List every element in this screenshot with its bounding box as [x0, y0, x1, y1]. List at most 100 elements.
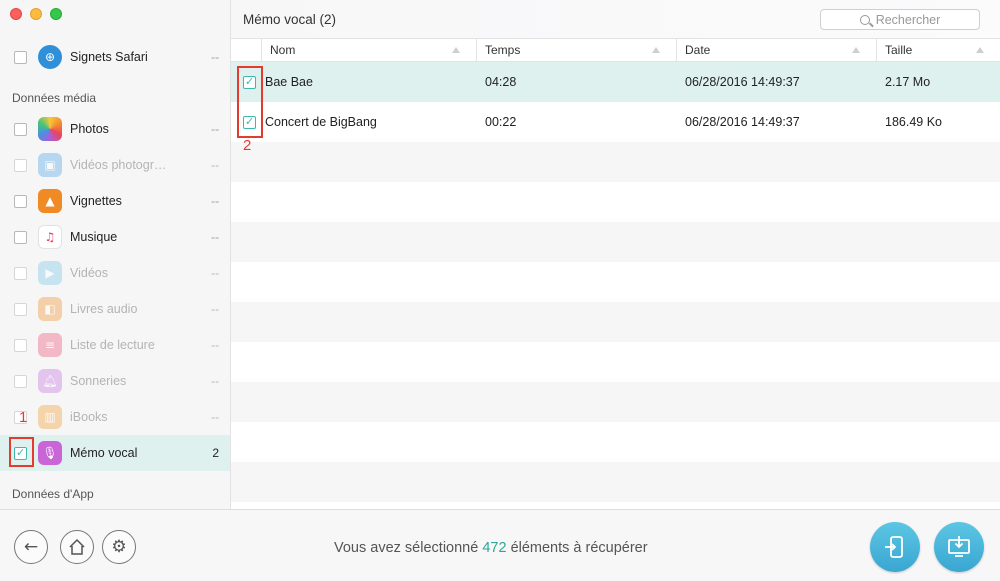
checkbox[interactable] — [14, 302, 27, 316]
cell-size: 2.17 Mo — [885, 75, 931, 89]
search-icon — [859, 14, 870, 25]
table-body: Bae Bae 04:28 06/28/2016 14:49:37 2.17 M… — [231, 62, 1000, 502]
empty-row — [231, 382, 1000, 422]
sidebar-item-count: -- — [211, 158, 219, 172]
status-suffix: éléments à récupérer — [510, 540, 648, 556]
sidebar-item-photos[interactable]: Photos -- — [0, 111, 230, 147]
table-row[interactable]: Concert de BigBang 00:22 06/28/2016 14:4… — [231, 102, 1000, 142]
sidebar-item-playlist[interactable]: ≡ Liste de lecture -- — [0, 327, 230, 363]
sidebar-item-label: Photos — [70, 122, 109, 136]
sidebar-item-ibooks[interactable]: ▥ iBooks -- — [0, 399, 230, 435]
sidebar-item-count: -- — [211, 230, 219, 244]
minimize-window-button[interactable] — [30, 8, 42, 20]
sidebar-item-voice-memo[interactable]: 🎙︎ Mémo vocal 2 — [0, 435, 230, 471]
main-panel: Mémo vocal (2) Rechercher Nom Temps Date… — [231, 0, 1000, 509]
sidebar-item-photo-videos[interactable]: ▣ Vidéos photogr… -- — [0, 147, 230, 183]
sidebar-item-label: Signets Safari — [70, 50, 148, 64]
sidebar-item-count: -- — [211, 50, 219, 64]
sort-arrow-icon — [976, 47, 984, 53]
arrow-left-icon: ← — [23, 537, 39, 557]
section-title-app-data: Données d'App — [12, 487, 94, 501]
photos-icon — [38, 117, 62, 141]
annotation-box-1 — [9, 437, 34, 467]
home-icon — [69, 538, 85, 555]
column-header-date[interactable]: Date — [677, 39, 877, 61]
recover-to-device-button[interactable] — [870, 522, 920, 572]
cell-name: Bae Bae — [265, 75, 313, 89]
sidebar-item-count: -- — [211, 194, 219, 208]
column-header-time[interactable]: Temps — [477, 39, 677, 61]
checkbox[interactable] — [14, 122, 27, 136]
settings-button[interactable]: ⚙ — [102, 530, 136, 564]
safari-bookmarks-icon: ⊕ — [38, 45, 62, 69]
zoom-window-button[interactable] — [50, 8, 62, 20]
photo-videos-icon: ▣ — [38, 153, 62, 177]
cell-size: 186.49 Ko — [885, 115, 942, 129]
sidebar-item-label: iBooks — [70, 410, 108, 424]
cell-time: 04:28 — [485, 75, 517, 89]
sidebar-item-label: Livres audio — [70, 302, 138, 316]
checkbox[interactable] — [14, 158, 27, 172]
ibooks-icon: ▥ — [38, 405, 62, 429]
checkbox[interactable] — [14, 266, 27, 280]
status-prefix: Vous avez sélectionné — [334, 540, 479, 556]
gear-icon: ⚙ — [111, 537, 127, 557]
table-header: Nom Temps Date Taille — [231, 39, 1000, 62]
cell-date: 06/28/2016 14:49:37 — [685, 115, 800, 129]
sidebar-item-count: 2 — [212, 446, 219, 460]
sidebar-item-music[interactable]: ♫ Musique -- — [0, 219, 230, 255]
column-header-label: Nom — [270, 43, 296, 57]
sidebar-item-count: -- — [211, 122, 219, 136]
window-controls — [10, 8, 62, 20]
back-button[interactable]: ← — [14, 530, 48, 564]
column-header-size[interactable]: Taille — [877, 39, 1000, 61]
cell-name: Concert de BigBang — [265, 115, 377, 129]
sidebar-item-thumbnails[interactable]: ▲ Vignettes -- — [0, 183, 230, 219]
sidebar-item-count: -- — [211, 374, 219, 388]
search-input[interactable]: Rechercher — [820, 9, 980, 30]
to-device-icon — [885, 536, 903, 558]
empty-row — [231, 142, 1000, 182]
checkbox[interactable] — [14, 194, 27, 208]
column-header-name[interactable]: Nom — [262, 39, 477, 61]
home-button[interactable] — [60, 530, 94, 564]
cell-time: 00:22 — [485, 115, 517, 129]
ringtones-icon: 🔔︎ — [38, 369, 62, 393]
checkbox[interactable] — [14, 50, 27, 64]
sidebar-item-ringtones[interactable]: 🔔︎ Sonneries -- — [0, 363, 230, 399]
checkbox[interactable] — [14, 374, 27, 388]
annotation-number-1: 1 — [19, 409, 28, 426]
close-window-button[interactable] — [10, 8, 22, 20]
sidebar-item-count: -- — [211, 410, 219, 424]
to-computer-icon — [948, 536, 970, 557]
checkbox[interactable] — [14, 230, 27, 244]
topbar: Mémo vocal (2) Rechercher — [231, 0, 1000, 39]
table-row[interactable]: Bae Bae 04:28 06/28/2016 14:49:37 2.17 M… — [231, 62, 1000, 102]
sidebar-item-label: Vidéos — [70, 266, 108, 280]
bottom-bar: ← ⚙ Vous avez sélectionné 472 éléments à… — [0, 509, 1000, 581]
section-title-media: Données média — [12, 91, 97, 105]
column-header-check — [231, 39, 262, 61]
column-header-label: Date — [685, 43, 711, 57]
audiobooks-icon: ◧ — [38, 297, 62, 321]
music-icon: ♫ — [38, 225, 62, 249]
page-title: Mémo vocal (2) — [243, 12, 337, 27]
videos-icon: ▶ — [38, 261, 62, 285]
sidebar-item-videos[interactable]: ▶ Vidéos -- — [0, 255, 230, 291]
selection-status: Vous avez sélectionné 472 éléments à réc… — [334, 540, 648, 556]
sidebar-item-safari-bookmarks[interactable]: ⊕ Signets Safari -- — [0, 39, 230, 75]
empty-row — [231, 222, 1000, 262]
empty-row — [231, 342, 1000, 382]
recover-to-computer-button[interactable] — [934, 522, 984, 572]
sidebar-item-count: -- — [211, 338, 219, 352]
playlist-icon: ≡ — [38, 333, 62, 357]
sort-arrow-icon — [452, 47, 460, 53]
empty-row — [231, 182, 1000, 222]
sort-arrow-icon — [652, 47, 660, 53]
sidebar-item-label: Liste de lecture — [70, 338, 155, 352]
annotation-box-2 — [237, 66, 263, 138]
column-header-label: Temps — [485, 43, 521, 57]
checkbox[interactable] — [14, 338, 27, 352]
empty-row — [231, 262, 1000, 302]
sidebar-item-audiobooks[interactable]: ◧ Livres audio -- — [0, 291, 230, 327]
